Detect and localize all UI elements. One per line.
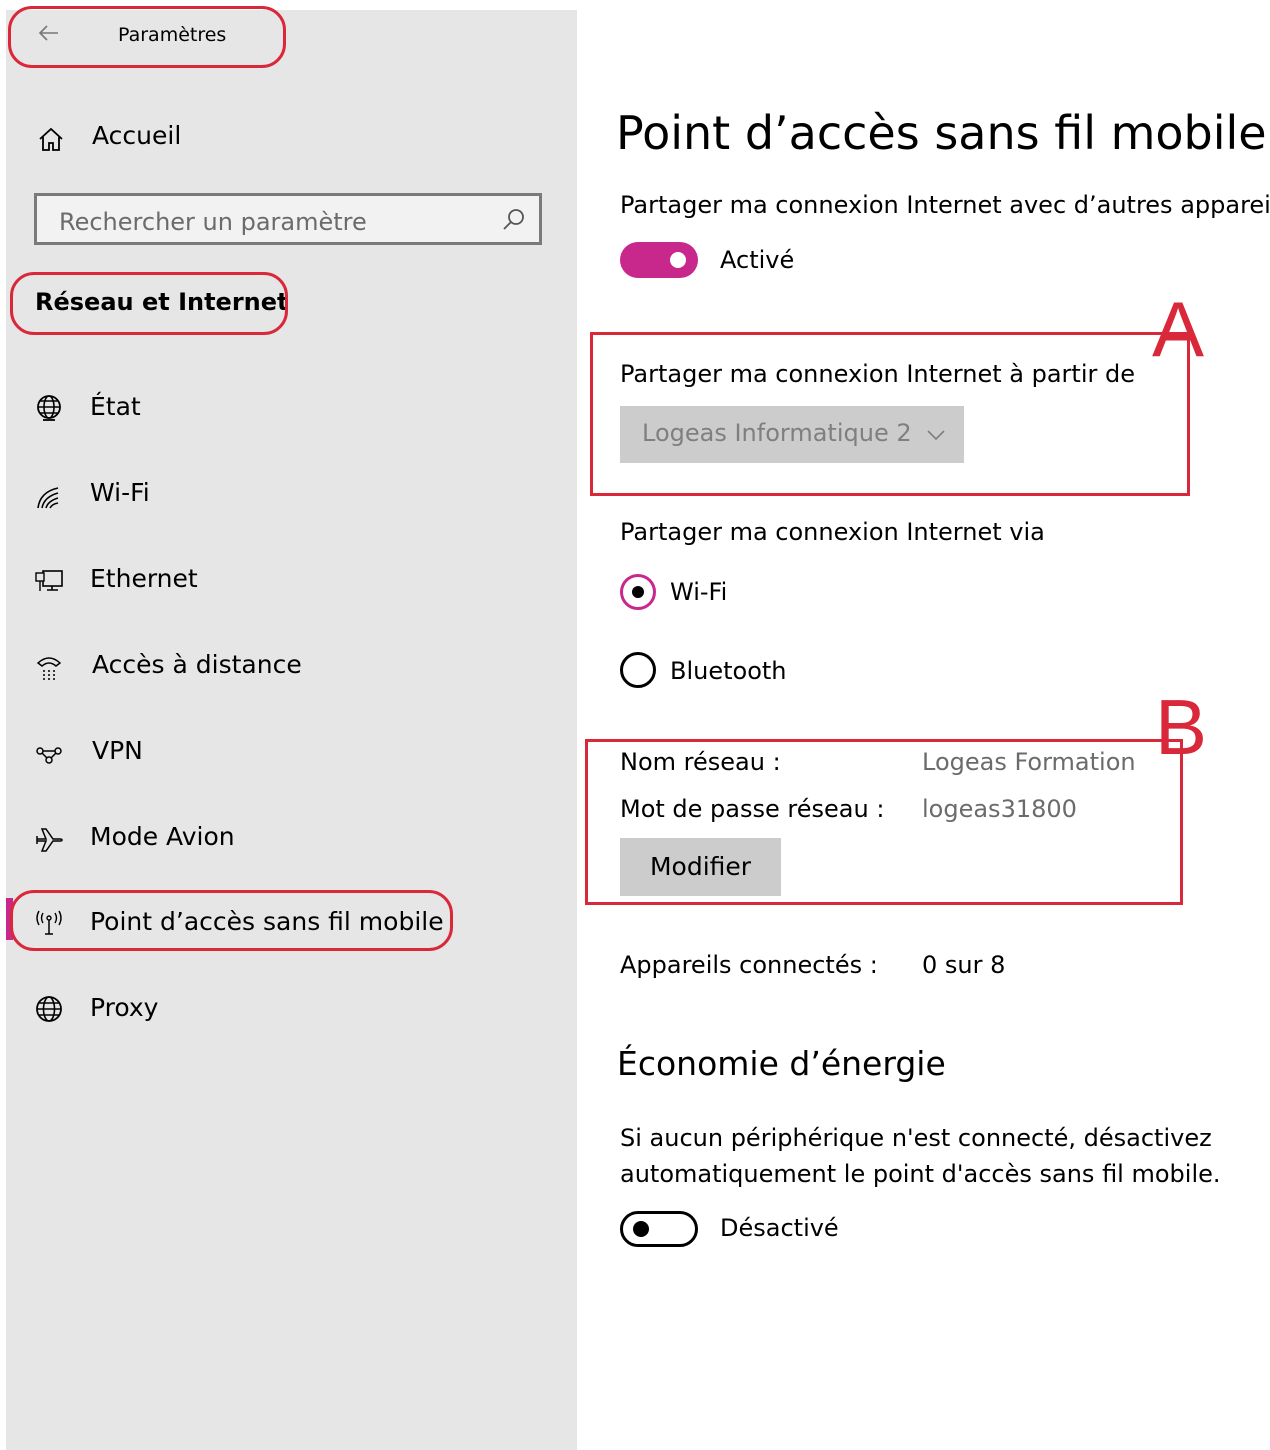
share-label: Partager ma connexion Internet avec d’au… xyxy=(620,191,1270,219)
network-password-label: Mot de passe réseau : xyxy=(620,795,885,823)
annotation-letter-b: B xyxy=(1155,683,1208,771)
globe-icon xyxy=(34,994,64,1024)
power-saving-title: Économie d’énergie xyxy=(617,1044,946,1083)
power-saving-desc-line2: automatiquement le point d'accès sans fi… xyxy=(620,1160,1221,1188)
share-from-value: Logeas Informatique 2 xyxy=(642,419,912,447)
sidebar-item-ethernet[interactable]: Ethernet xyxy=(90,564,198,593)
network-password-value: logeas31800 xyxy=(922,795,1077,823)
search-placeholder: Rechercher un paramètre xyxy=(59,208,367,236)
sidebar-item-acces-distance[interactable]: Accès à distance xyxy=(92,650,302,679)
sidebar-item-vpn[interactable]: VPN xyxy=(92,736,143,765)
radio-wifi-label[interactable]: Wi-Fi xyxy=(670,578,727,606)
annotation-oval-section xyxy=(10,272,288,335)
page-title: Point d’accès sans fil mobile xyxy=(616,106,1267,160)
vpn-icon xyxy=(34,739,64,769)
network-name-label: Nom réseau : xyxy=(620,748,781,776)
modifier-button[interactable]: Modifier xyxy=(620,838,781,896)
wifi-icon xyxy=(34,482,64,512)
share-via-label: Partager ma connexion Internet via xyxy=(620,518,1045,546)
sidebar-item-etat[interactable]: État xyxy=(90,392,141,421)
radio-bluetooth[interactable] xyxy=(620,652,656,688)
power-saving-desc-line1: Si aucun périphérique n'est connecté, dé… xyxy=(620,1124,1212,1152)
globe-status-icon xyxy=(34,394,64,424)
annotation-oval-title xyxy=(8,6,286,68)
share-toggle-state: Activé xyxy=(720,246,795,274)
annotation-letter-a: A xyxy=(1152,285,1205,373)
airplane-icon xyxy=(34,824,64,854)
connected-label: Appareils connectés : xyxy=(620,951,878,979)
ethernet-icon xyxy=(34,567,64,597)
sidebar-item-wifi[interactable]: Wi-Fi xyxy=(90,478,150,507)
radio-wifi[interactable] xyxy=(620,574,656,610)
network-name-value: Logeas Formation xyxy=(922,748,1136,776)
nav-home[interactable]: Accueil xyxy=(92,121,181,150)
sidebar-item-mode-avion[interactable]: Mode Avion xyxy=(90,822,235,851)
sidebar-item-proxy[interactable]: Proxy xyxy=(90,993,158,1022)
radio-dot xyxy=(632,586,644,598)
dialup-icon xyxy=(34,653,64,683)
toggle-knob xyxy=(633,1221,649,1237)
power-saving-toggle[interactable] xyxy=(620,1211,698,1247)
search-input[interactable]: Rechercher un paramètre xyxy=(34,193,542,245)
chevron-down-icon xyxy=(925,424,947,446)
annotation-oval-hotspot xyxy=(10,890,453,951)
power-saving-toggle-state: Désactivé xyxy=(720,1214,839,1242)
radio-bluetooth-label[interactable]: Bluetooth xyxy=(670,657,787,685)
search-icon xyxy=(501,207,527,233)
home-icon xyxy=(36,124,66,154)
share-toggle[interactable] xyxy=(620,242,698,278)
toggle-knob xyxy=(670,252,686,268)
share-from-label: Partager ma connexion Internet à partir … xyxy=(620,360,1135,388)
share-from-select[interactable]: Logeas Informatique 2 xyxy=(620,406,964,463)
connected-value: 0 sur 8 xyxy=(922,951,1006,979)
